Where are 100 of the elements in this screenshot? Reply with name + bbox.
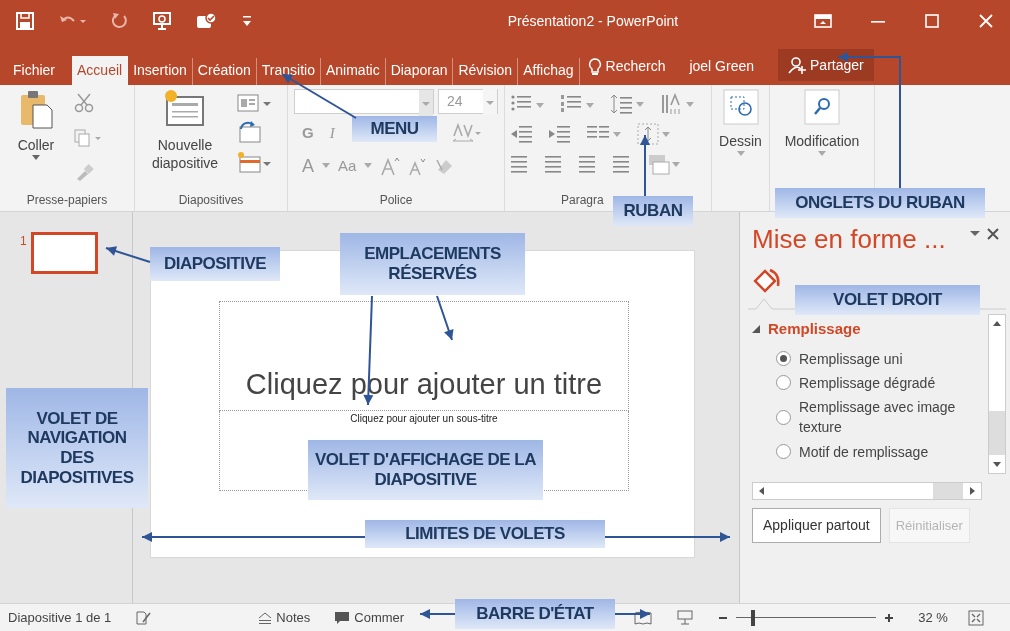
callout-arrow [436, 295, 454, 341]
ribbon-tab[interactable]: Fichier [8, 58, 60, 85]
scroll-up-icon[interactable] [989, 315, 1005, 333]
window-title: Présentation2 - PowerPoint [506, 11, 680, 31]
pane-title: Mise en forme ... [752, 226, 947, 252]
spelling-icon[interactable] [135, 609, 154, 626]
shrink-font-icon[interactable] [408, 156, 427, 176]
shapes-icon [722, 89, 759, 125]
search-field[interactable]: Recherch [605, 56, 666, 77]
editing-button[interactable]: Modification [776, 89, 868, 191]
align-left-icon[interactable] [511, 154, 529, 174]
dropdown-caret-icon[interactable] [364, 163, 373, 169]
radio-label: Remplissage dégradé [799, 373, 936, 393]
radio-button[interactable] [776, 444, 791, 460]
vertical-scrollbar[interactable] [988, 314, 1006, 474]
zoom-in-icon[interactable] [884, 612, 895, 623]
layout-icon[interactable] [237, 93, 271, 113]
person-add-icon [788, 56, 807, 74]
search-icon [804, 89, 840, 125]
decrease-indent-icon[interactable] [511, 124, 533, 144]
align-center-icon[interactable] [545, 154, 563, 174]
group-label: Police [379, 193, 413, 207]
notes-icon [258, 611, 273, 624]
callout-label: VOLET D'AFFICHAGE DE LA DIAPOSITIVE [308, 440, 543, 500]
character-spacing-icon[interactable] [450, 122, 481, 145]
line-spacing-icon[interactable] [611, 93, 645, 115]
paste-button[interactable]: Coller [6, 89, 66, 191]
new-slide-icon [163, 89, 207, 129]
scrollbar-thumb[interactable] [989, 333, 1005, 411]
scrollbar-thumb[interactable] [771, 483, 933, 499]
lightbulb-icon[interactable] [587, 57, 602, 76]
apply-all-button[interactable]: Appliquer partout [752, 508, 881, 543]
customize-dropdown-icon[interactable] [242, 15, 252, 27]
callout-label: EMPLACEMENTS RÉSERVÉS [340, 233, 525, 295]
scroll-left-icon[interactable] [753, 483, 771, 499]
collapse-triangle-icon [752, 325, 760, 334]
justify-icon[interactable] [613, 154, 631, 174]
dropdown-caret-icon [736, 150, 745, 157]
callout-label: BARRE D'ÉTAT [455, 599, 615, 629]
ribbon-tab[interactable]: Accueil [72, 56, 129, 85]
clipboard-icon [19, 89, 53, 129]
callout-arrow [105, 246, 151, 263]
text-direction-icon[interactable] [661, 93, 695, 115]
ribbon-display-icon[interactable] [814, 14, 832, 28]
radio-label: Remplissage avec image texture [799, 398, 957, 438]
redo-icon[interactable] [110, 12, 128, 30]
radio-button[interactable] [776, 351, 791, 367]
group-label: Paragra [561, 193, 604, 207]
slideshow-icon[interactable] [676, 609, 695, 626]
comments-button[interactable]: Commer [334, 607, 405, 628]
slide-thumbnail[interactable] [30, 232, 98, 274]
smartart-icon[interactable] [647, 153, 681, 175]
radio-label: Motif de remplissage [799, 442, 929, 462]
increase-indent-icon[interactable] [549, 124, 571, 144]
scroll-right-icon[interactable] [963, 483, 981, 499]
section-icon[interactable] [237, 151, 271, 173]
user-name[interactable]: joel Green [689, 56, 755, 85]
close-icon[interactable] [986, 226, 1000, 242]
copy-icon[interactable] [74, 129, 102, 147]
callout-label: RUBAN [613, 196, 693, 226]
slide-number: 1 [20, 233, 27, 250]
align-right-icon[interactable] [579, 154, 597, 174]
comment-icon [334, 610, 351, 625]
callout-label: VOLET DE NAVIGATION DES DIAPOSITIVES [6, 388, 148, 508]
radio-button[interactable] [776, 375, 791, 391]
dropdown-caret-icon [818, 150, 826, 157]
callout-label: DIAPOSITIVE [150, 247, 280, 281]
numbering-icon[interactable] [561, 94, 595, 114]
dropdown-caret-icon[interactable] [322, 163, 330, 169]
callout-label: ONGLETS DU RUBAN [775, 188, 985, 218]
callout-label: MENU [352, 116, 437, 142]
dropdown-caret-icon [419, 90, 433, 116]
maximize-icon[interactable] [924, 13, 940, 29]
section-header[interactable]: Remplissage [752, 318, 988, 341]
scroll-down-icon[interactable] [989, 455, 1005, 473]
share-button[interactable]: Partager [778, 49, 874, 81]
radio-label: Remplissage uni [799, 349, 903, 369]
scissors-icon[interactable] [74, 93, 94, 113]
radio-button[interactable] [776, 409, 791, 425]
new-slide-button[interactable]: Nouvelle diapositive [141, 89, 229, 191]
horizontal-scrollbar[interactable] [752, 482, 982, 500]
fit-slide-icon[interactable] [967, 609, 984, 626]
reading-view-icon[interactable] [634, 610, 653, 625]
drawing-button[interactable]: Dessin [718, 89, 763, 191]
slider-thumb[interactable] [750, 609, 755, 626]
reset-slide-icon[interactable] [237, 121, 261, 143]
notes-button[interactable]: Notes [258, 607, 311, 628]
touch-mode-icon[interactable] [196, 11, 218, 31]
align-text-icon[interactable] [637, 123, 671, 145]
grow-font-icon[interactable] [380, 156, 401, 176]
font-size-field[interactable]: 24 [438, 89, 498, 114]
save-icon[interactable] [16, 12, 34, 30]
font-name-field[interactable] [294, 89, 434, 114]
presentation-icon[interactable] [152, 11, 172, 31]
dropdown-caret-icon [32, 154, 40, 161]
zoom-level[interactable]: 32 % [918, 607, 948, 628]
dropdown-caret-icon [483, 88, 497, 115]
callout-label: LIMITES DE VOLETS [365, 520, 605, 548]
close-icon[interactable] [978, 13, 994, 29]
callout-arrow [614, 609, 651, 619]
